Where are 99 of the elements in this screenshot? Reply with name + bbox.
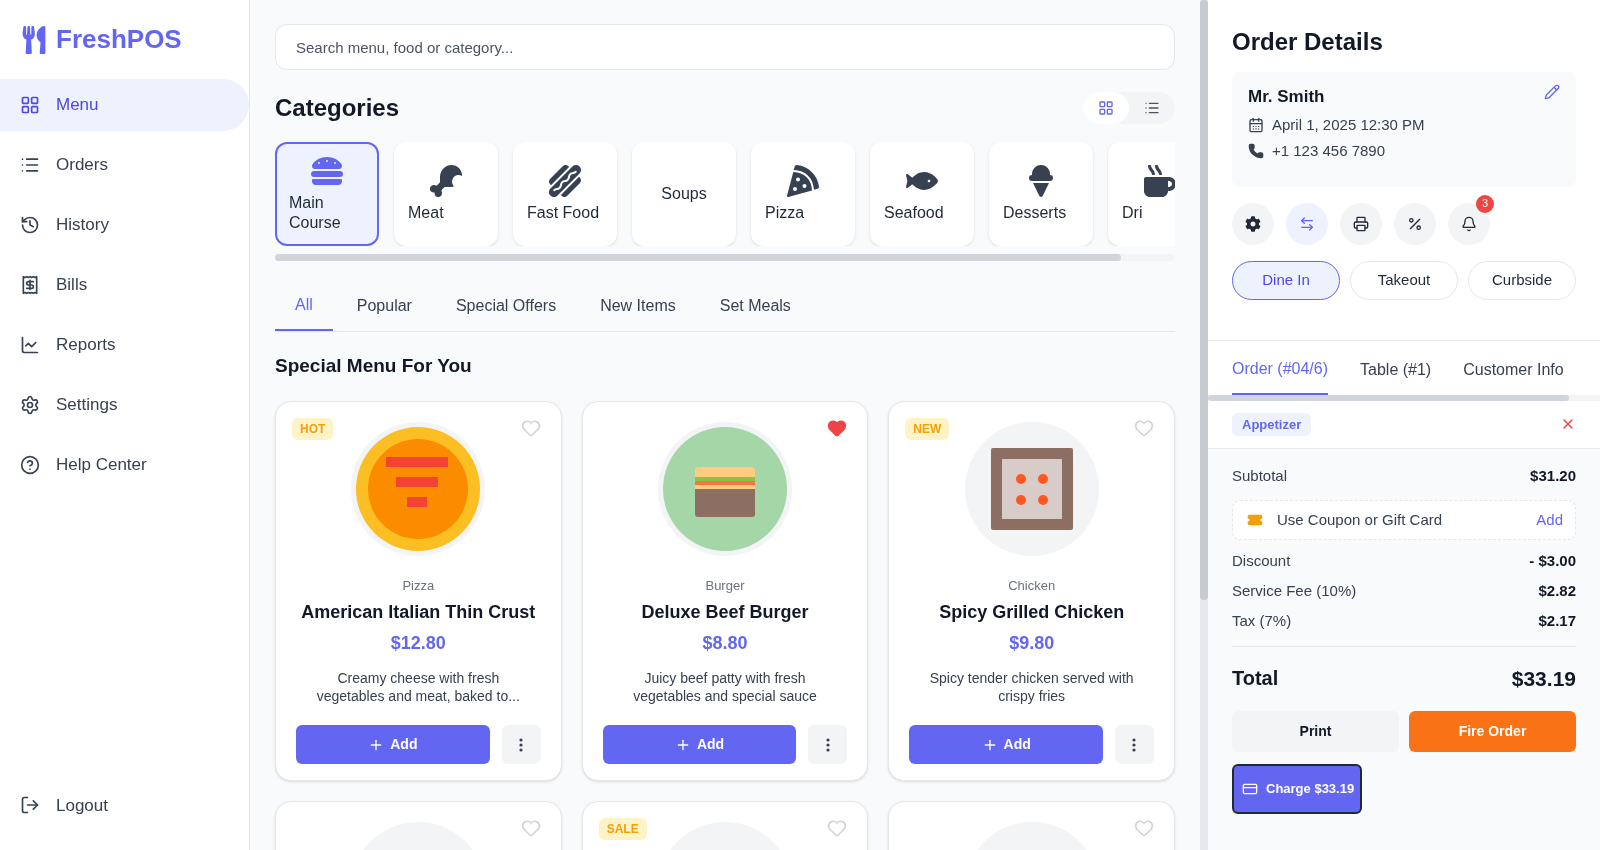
summary-label: Tax (7%)	[1232, 612, 1292, 630]
order-date: April 1, 2025 12:30 PM	[1272, 114, 1425, 135]
nav-item[interactable]: Menu	[0, 79, 249, 131]
category-card[interactable]: Desserts	[989, 142, 1093, 246]
category-card[interactable]: Meat	[394, 142, 498, 246]
item-badge: HOT	[292, 417, 334, 440]
settings-icon	[1245, 215, 1261, 232]
add-button[interactable]: Add	[602, 725, 797, 764]
total-value: $33.19	[1511, 666, 1576, 692]
edit-icon[interactable]	[1544, 84, 1560, 100]
burger-icon	[311, 155, 343, 187]
filter-tab[interactable]: New Items	[580, 293, 696, 331]
notification-badge: 3	[1476, 194, 1494, 213]
chart-icon	[20, 335, 40, 355]
category-card[interactable]: Dri	[1108, 142, 1175, 246]
list-icon	[20, 155, 40, 175]
list-icon	[1144, 100, 1160, 116]
more-icon	[519, 737, 524, 752]
order-tab[interactable]: Table (#1)	[1360, 356, 1432, 395]
category-card[interactable]: Seafood	[870, 142, 974, 246]
grid-icon	[20, 95, 40, 115]
nav-item[interactable]: Help Center	[0, 439, 249, 491]
summary-value: - $3.00	[1529, 552, 1576, 570]
filter-tab[interactable]: Set Meals	[699, 293, 811, 331]
more-icon	[825, 737, 830, 752]
item-category: Chicken	[1008, 576, 1056, 595]
calendar-icon	[1248, 116, 1264, 133]
printer-icon	[1353, 215, 1369, 232]
nav-item[interactable]: Orders	[0, 139, 249, 191]
customer-phone: +1 123 456 7890	[1272, 141, 1386, 161]
item-price: $9.80	[1009, 632, 1055, 655]
item-name: Spicy Grilled Chicken	[939, 601, 1125, 624]
help-icon	[20, 455, 40, 475]
summary-value: $2.82	[1538, 582, 1576, 600]
charge-button[interactable]: Charge $33.19	[1232, 763, 1362, 814]
add-button[interactable]: Add	[909, 725, 1103, 764]
panel-title: Order Details	[1232, 27, 1384, 57]
mug-icon	[1144, 165, 1175, 197]
swap-icon	[1299, 215, 1315, 232]
brand-name: FreshPOS	[56, 23, 182, 56]
order-type-button[interactable]: Takeout	[1350, 260, 1458, 300]
grid-icon	[1098, 100, 1114, 116]
item-description: Juicy beef patty with fresh vegetables and special sauce	[632, 669, 818, 706]
order-type-button[interactable]: Curbside	[1468, 260, 1576, 300]
action-button[interactable]	[1232, 202, 1274, 245]
receipt-icon	[20, 275, 40, 295]
action-button[interactable]	[1340, 202, 1382, 245]
item-badge: NEW	[905, 417, 950, 440]
category-tag: Appetizer	[1232, 412, 1312, 436]
filter-tab[interactable]: All	[275, 293, 333, 331]
drumstick-icon	[430, 165, 462, 197]
item-category: Pizza	[402, 576, 435, 595]
logout-icon	[20, 795, 40, 816]
item-badge: SALE	[598, 818, 647, 840]
total-label: Total	[1232, 666, 1279, 691]
item-description: Creamy cheese with fresh vegetables and meat, baked to...	[315, 669, 521, 706]
pizza-icon	[787, 165, 819, 197]
nav-item[interactable]: Settings	[0, 379, 249, 431]
more-icon	[1132, 737, 1137, 752]
summary-label: Subtotal	[1232, 466, 1288, 486]
filter-tab[interactable]: Popular	[336, 293, 432, 331]
hotdog-icon	[549, 165, 581, 197]
section-title: Categories	[275, 93, 400, 123]
search-field[interactable]: Search menu, food or category...	[275, 24, 1175, 70]
item-name: American Italian Thin Crust	[301, 601, 536, 624]
item-category: Burger	[705, 576, 745, 595]
logout-link[interactable]: Logout	[0, 792, 249, 818]
nav-item[interactable]: Bills	[0, 259, 249, 311]
item-name: Deluxe Beef Burger	[641, 601, 809, 624]
settings-icon	[20, 395, 40, 415]
summary-label: Service Fee (10%)	[1232, 582, 1357, 600]
add-coupon-link[interactable]: Add	[1536, 508, 1563, 531]
view-mode-button[interactable]	[1083, 92, 1129, 124]
item-price: $8.80	[702, 632, 748, 655]
item-description: Spicy tender chicken served with crispy fries	[928, 669, 1135, 706]
customer-name: Mr. Smith	[1248, 86, 1325, 108]
phone-icon	[1248, 143, 1264, 160]
category-card[interactable]: Soups	[632, 142, 736, 246]
nav-item[interactable]: Reports	[0, 319, 249, 371]
category-card[interactable]: Fast Food	[513, 142, 617, 246]
bell-icon	[1461, 215, 1477, 232]
item-price: $12.80	[390, 632, 446, 655]
summary-label: Discount	[1232, 552, 1291, 570]
section-title: Special Menu For You	[275, 354, 473, 378]
utensils-icon	[20, 25, 48, 54]
history-icon	[20, 215, 40, 235]
percent-icon	[1407, 215, 1423, 232]
print-button[interactable]: Print	[1232, 710, 1399, 752]
category-card[interactable]: Main Course	[275, 142, 379, 246]
add-button[interactable]: Add	[296, 725, 490, 764]
coupon-label: Use Coupon or Gift Card	[1277, 509, 1444, 530]
summary-value: $2.17	[1538, 612, 1576, 630]
nav-item[interactable]: History	[0, 199, 249, 251]
filter-tab[interactable]: Special Offers	[435, 293, 577, 331]
order-type-button[interactable]: Dine In	[1232, 260, 1340, 300]
summary-value: $31.20	[1530, 466, 1576, 486]
order-tab[interactable]: Customer Info	[1463, 356, 1564, 395]
category-card[interactable]: Pizza	[751, 142, 855, 246]
heart-icon[interactable]	[827, 417, 848, 438]
